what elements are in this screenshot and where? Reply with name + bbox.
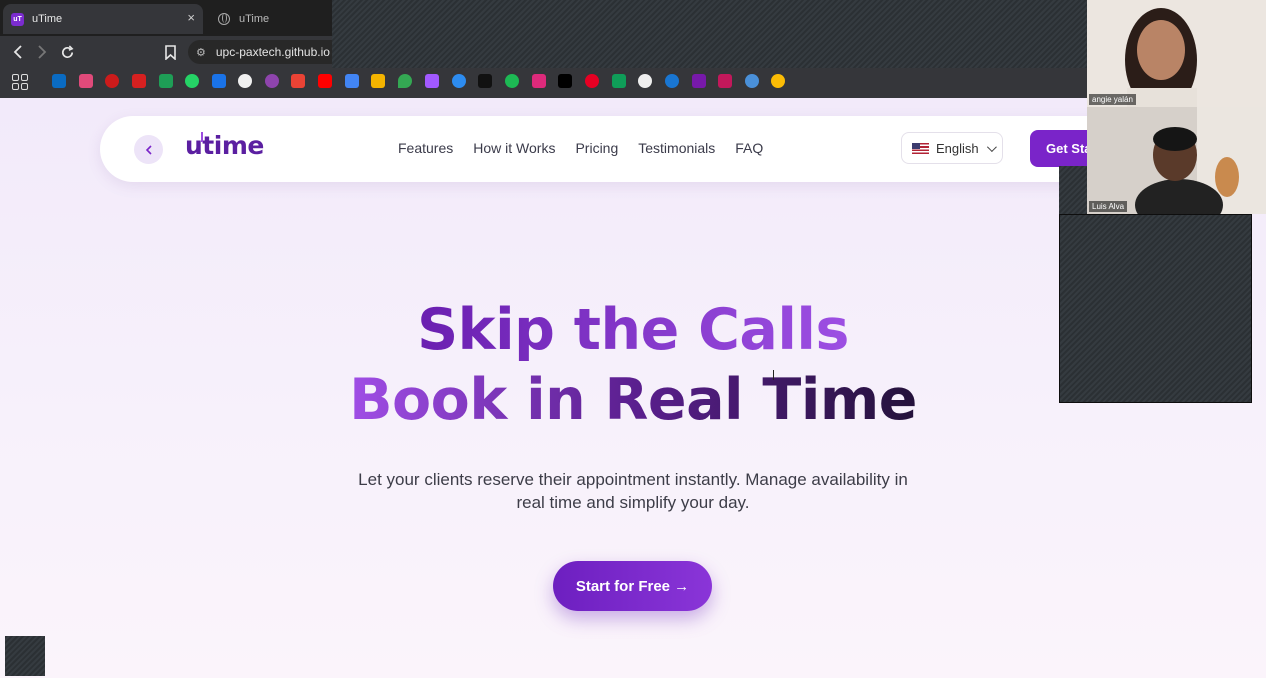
nav-link-features[interactable]: Features [398, 140, 453, 156]
outlook-bookmark-icon[interactable] [52, 74, 66, 88]
language-selector[interactable]: English [901, 132, 1003, 164]
calendar-bookmark-icon[interactable] [265, 74, 279, 88]
nav-link-pricing[interactable]: Pricing [575, 140, 618, 156]
maps-bookmark-icon[interactable] [398, 74, 412, 88]
instagram-bookmark-icon[interactable] [532, 74, 546, 88]
hero-subtitle: Let your clients reserve their appointme… [333, 468, 933, 514]
back-arrow-icon[interactable] [8, 42, 28, 62]
bookmarks-bar [0, 68, 1087, 98]
screen-share-panel [1059, 214, 1252, 403]
participant-tile-luis[interactable]: Luis Alva [1087, 107, 1266, 214]
c-bookmark-icon[interactable] [665, 74, 679, 88]
slides-bookmark-icon[interactable] [371, 74, 385, 88]
nav-links: Features How it Works Pricing Testimonia… [398, 140, 783, 156]
utime-favicon-icon: uT [11, 12, 24, 26]
hero-subtitle-line-1: Let your clients reserve their appointme… [358, 470, 908, 489]
globe-icon [218, 13, 230, 25]
loader-bookmark-icon[interactable] [745, 74, 759, 88]
nav-link-how-it-works[interactable]: How it Works [473, 140, 555, 156]
participant-name: Luis Alva [1089, 201, 1128, 212]
apps-grid-icon[interactable] [12, 74, 28, 90]
language-label: English [936, 140, 979, 156]
pinterest-bookmark-icon[interactable] [585, 74, 599, 88]
hero-title-text-1: Skip the Calls [417, 297, 849, 363]
whatsapp-bookmark-icon[interactable] [185, 74, 199, 88]
medium-bookmark-icon[interactable] [478, 74, 492, 88]
figma-bookmark-icon[interactable] [425, 74, 439, 88]
classroom-bookmark-icon[interactable] [212, 74, 226, 88]
red-bookmark-icon[interactable] [132, 74, 146, 88]
tab-title: uTime [239, 13, 270, 25]
github-bookmark-icon[interactable] [238, 74, 252, 88]
drive-bookmark-icon[interactable] [612, 74, 626, 88]
docs-bookmark-icon[interactable] [345, 74, 359, 88]
participant-video-icon [1087, 107, 1266, 214]
screen-share-backdrop [5, 636, 45, 676]
back-button[interactable] [134, 135, 163, 164]
canva-bookmark-icon[interactable] [452, 74, 466, 88]
participant-tile-angie[interactable]: angie yalán [1087, 0, 1266, 107]
screen-share-backdrop [1059, 166, 1087, 214]
address-bar[interactable]: ⚙ upc-paxtech.github.io [188, 40, 332, 64]
chatgpt-bookmark-icon[interactable] [638, 74, 652, 88]
tiktok-bookmark-icon[interactable] [558, 74, 572, 88]
upc-bookmark-icon[interactable] [105, 74, 119, 88]
spotify-bookmark-icon[interactable] [505, 74, 519, 88]
reload-icon[interactable] [57, 42, 77, 62]
gmail-bookmark-icon[interactable] [291, 74, 305, 88]
site-navbar: utime Features How it Works Pricing Test… [100, 116, 1140, 182]
tab-title: uTime [32, 13, 63, 25]
start-for-free-button[interactable]: Start for Free → [553, 561, 712, 611]
address-text: upc-paxtech.github.io [215, 45, 330, 59]
browser-tab-bar: uT uTime × uTime [0, 0, 332, 36]
text-cursor-icon [773, 370, 778, 380]
site-settings-icon[interactable]: ⚙ [196, 46, 206, 59]
nav-link-testimonials[interactable]: Testimonials [638, 140, 715, 156]
participant-video-icon [1087, 0, 1266, 107]
hero-subtitle-line-2: real time and simplify your day. [516, 493, 750, 512]
youtube-bookmark-icon[interactable] [318, 74, 332, 88]
participant-name: angie yalán [1089, 94, 1136, 105]
tab-utime-active[interactable]: uT uTime × [3, 4, 203, 34]
forward-arrow-icon[interactable] [32, 42, 52, 62]
chevron-down-icon [986, 141, 997, 152]
nav-link-faq[interactable]: FAQ [735, 140, 763, 156]
us-flag-icon [912, 142, 929, 154]
onenote-bookmark-icon[interactable] [692, 74, 706, 88]
green-bookmark-icon[interactable] [159, 74, 173, 88]
photos-bookmark-icon[interactable] [771, 74, 785, 88]
copilot-bookmark-icon[interactable] [79, 74, 93, 88]
browser-toolbar: ⚙ upc-paxtech.github.io [0, 36, 332, 68]
chevron-left-icon [145, 144, 152, 155]
pink-bookmark-icon[interactable] [718, 74, 732, 88]
tab-utime[interactable]: uTime [210, 4, 330, 34]
hero-title-text-2: Book in Real Time [349, 367, 917, 433]
logo-accent-mark [201, 132, 203, 142]
bookmark-icon[interactable] [160, 42, 180, 62]
screen-share-backdrop [332, 0, 1087, 68]
close-icon[interactable]: × [187, 10, 195, 25]
utime-logo[interactable]: utime [185, 131, 264, 160]
